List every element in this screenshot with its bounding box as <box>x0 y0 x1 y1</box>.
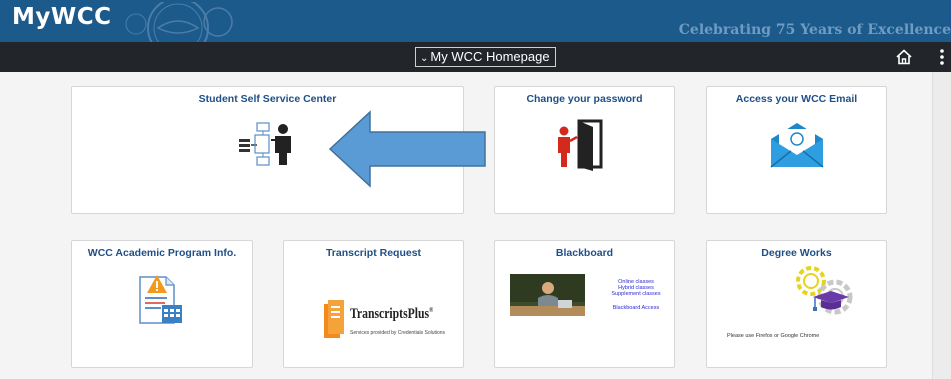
page: MyWCC Celebrating 75 Years of Excellence… <box>0 0 951 379</box>
transcriptsplus-logo: TranscriptsPlus® Services provided by Cr… <box>320 300 445 346</box>
tile-degree-works[interactable]: Degree Works Please use Firefox or Googl… <box>706 240 887 368</box>
chevron-down-icon: ⌄ <box>420 53 429 64</box>
scrollbar-track[interactable] <box>932 72 951 379</box>
homepage-select[interactable]: ⌄ My WCC Homepage <box>415 47 556 67</box>
tile-title: WCC Academic Program Info. <box>87 247 237 259</box>
tagline: Celebrating 75 Years of Excellence <box>678 22 951 38</box>
tile-title: Degree Works <box>761 247 832 259</box>
self-service-icon <box>239 122 291 166</box>
brand-logo[interactable]: MyWCC <box>12 4 112 30</box>
blackboard-class-types: Online classes Hybrid classes Supplement… <box>603 279 669 311</box>
college-seal-watermark <box>125 2 233 42</box>
blackboard-image <box>510 274 585 316</box>
tile-title: Access your WCC Email <box>735 93 858 105</box>
header-banner: MyWCC Celebrating 75 Years of Excellence <box>0 0 951 42</box>
program-info-icon <box>139 275 182 324</box>
home-icon[interactable] <box>895 48 913 66</box>
tile-academic-program-info[interactable]: WCC Academic Program Info. <box>71 240 253 368</box>
tile-blackboard[interactable]: Blackboard Online classes Hybrid classes… <box>494 240 675 368</box>
tile-title: Transcript Request <box>325 247 422 259</box>
degree-works-browser-note: Please use Firefox or Google Chrome <box>727 333 820 339</box>
more-vertical-icon[interactable] <box>939 48 945 66</box>
tile-student-self-service[interactable]: Student Self Service Center <box>71 86 464 214</box>
tile-title: Change your password <box>526 93 643 105</box>
transcriptsplus-subtext: Services provided by Credentials Solutio… <box>350 330 446 336</box>
blackboard-access-link[interactable]: Blackboard Access <box>603 305 669 311</box>
transcript-document-icon <box>324 300 344 338</box>
password-door-icon <box>558 119 603 171</box>
tile-wcc-email[interactable]: Access your WCC Email <box>706 86 887 214</box>
nav-bar: ⌄ My WCC Homepage <box>0 42 951 72</box>
tile-title: Blackboard <box>555 247 614 259</box>
tile-transcript-request[interactable]: Transcript Request TranscriptsPlus® Serv… <box>283 240 464 368</box>
email-envelope-icon <box>770 123 824 168</box>
degree-works-icon <box>796 266 853 315</box>
transcriptsplus-name: TranscriptsPlus® <box>350 306 434 322</box>
tile-title: Student Self Service Center <box>198 93 337 105</box>
blackboard-line: Supplement classes <box>611 291 661 297</box>
homepage-select-label: My WCC Homepage <box>430 49 550 64</box>
tile-change-password[interactable]: Change your password <box>494 86 675 214</box>
